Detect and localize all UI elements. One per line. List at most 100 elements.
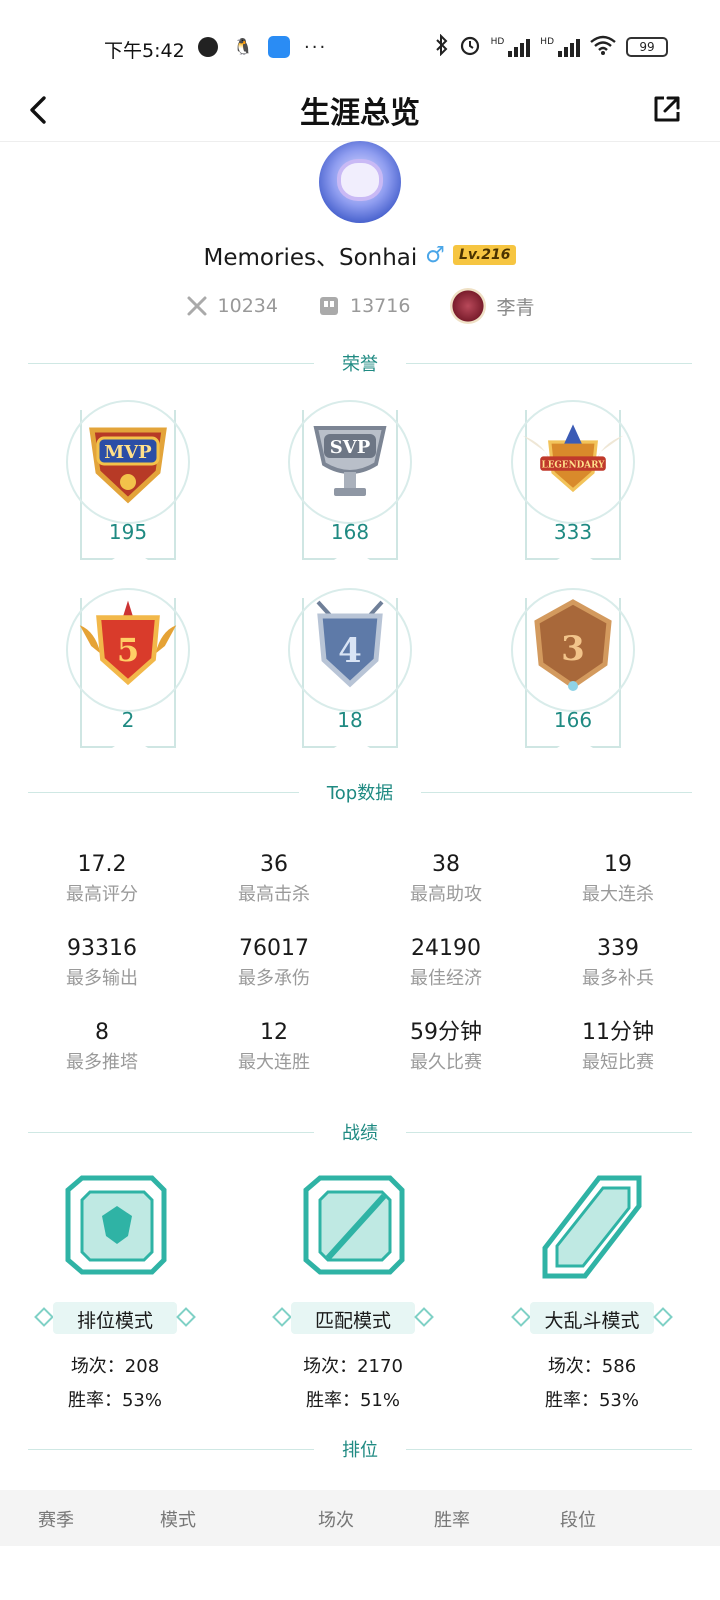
svg-text:LEGENDARY: LEGENDARY (542, 461, 606, 471)
top-stat-cell: 38 最高助攻 (360, 850, 532, 906)
legendary-badge-icon: LEGENDARY (521, 406, 625, 510)
honor-rank-3[interactable]: 3 166 (503, 588, 643, 758)
top-stat-label: 最短比赛 (582, 1052, 654, 1073)
user-avatar[interactable] (319, 141, 401, 223)
signal-icon-2: HD (540, 37, 580, 57)
top-stat-label: 最大连胜 (238, 1052, 310, 1073)
svp-badge-icon: SVP (298, 406, 402, 510)
top-stat-value: 59分钟 (410, 1020, 482, 1045)
divider-line (406, 1131, 692, 1133)
honor-mvp[interactable]: MVP 195 (58, 400, 198, 570)
section-title-records: 战绩 (342, 1123, 378, 1144)
top-stat-label: 最高评分 (66, 884, 138, 905)
four-kill-badge-icon: 4 (298, 594, 402, 698)
top-stat-value: 76017 (239, 936, 309, 961)
top-stat-label: 最久比赛 (410, 1052, 482, 1073)
status-bar: 下午5:42 🐧 ··· HD HD 99 (0, 0, 720, 80)
top-stat-label: 最多承伤 (238, 968, 310, 989)
honor-rank-5[interactable]: 5 2 (58, 588, 198, 758)
mode-label: 排位模式 (76, 1310, 153, 1332)
male-gender-icon: ♂ (425, 242, 446, 268)
top-stat-cell: 8 最多推塔 (16, 1018, 188, 1074)
battle-count-stat: 10234 (186, 295, 278, 317)
svg-text:5: 5 (117, 631, 139, 669)
hero-name: 李青 (496, 296, 535, 319)
top-stat-value: 12 (260, 1020, 288, 1045)
favorite-hero[interactable]: 李青 (450, 288, 534, 324)
five-kill-badge-icon: 5 (76, 594, 180, 698)
battle-count-value: 10234 (217, 295, 278, 317)
mode-label: 大乱斗模式 (544, 1310, 640, 1332)
ranked-mode-icon (60, 1172, 170, 1282)
signal-icon-1: HD (491, 37, 531, 57)
honor-count: 168 (330, 520, 370, 544)
records-section-header: 战绩 (28, 1117, 692, 1147)
brawl-mode-icon (537, 1172, 647, 1282)
svg-text:MVP: MVP (104, 442, 152, 463)
honor-count: 333 (553, 520, 593, 544)
honor-count: 195 (108, 520, 148, 544)
mode-label-pill: 排位模式 (33, 1300, 197, 1336)
honors-section-header: 荣誉 (28, 348, 692, 378)
honor-rank-4[interactable]: 4 18 (280, 588, 420, 758)
column-header-season: 赛季 (38, 1510, 74, 1531)
games-count: 场次：2170 (303, 1356, 403, 1377)
divider-line (28, 362, 314, 364)
match-mode-icon (298, 1172, 408, 1282)
section-title-rank: 排位 (342, 1440, 378, 1461)
divider-line (28, 1448, 314, 1450)
hero-avatar (450, 288, 487, 324)
mode-label-pill: 大乱斗模式 (510, 1300, 674, 1336)
three-kill-badge-icon: 3 (521, 594, 625, 698)
top-data-grid: 17.2 最高评分 36 最高击杀 38 最高助攻 19 最大连杀 93316 最多输出 … (16, 850, 704, 1074)
share-icon[interactable] (650, 92, 684, 126)
honor-count: 18 (337, 708, 363, 732)
nav-header: 生涯总览 (0, 80, 720, 142)
status-notification-icons: 🐧 ··· (198, 36, 327, 58)
honor-count: 2 (121, 708, 135, 732)
top-stat-label: 最佳经济 (410, 968, 482, 989)
mode-label: 匹配模式 (314, 1310, 391, 1332)
honor-legendary[interactable]: LEGENDARY 333 (503, 400, 643, 570)
top-stat-label: 最多输出 (66, 968, 138, 989)
app-notification-icon (268, 36, 290, 58)
top-stat-cell: 17.2 最高评分 (16, 850, 188, 906)
status-time: 下午5:42 (104, 40, 185, 62)
clock-app-icon (198, 37, 218, 57)
record-match-mode[interactable]: 匹配模式 场次：2170 胜率：51% (253, 1172, 453, 1412)
rank-section-header: 排位 (28, 1434, 692, 1464)
divider-line (406, 362, 692, 364)
status-system-icons: HD HD 99 (435, 33, 668, 60)
column-header-mode: 模式 (160, 1510, 196, 1531)
section-title-honors: 荣誉 (342, 354, 378, 375)
divider-line (28, 1131, 314, 1133)
mvp-badge-icon: MVP (76, 406, 180, 510)
top-stat-value: 17.2 (77, 852, 127, 877)
top-stat-cell: 59分钟最久比赛 (360, 1018, 532, 1074)
alarm-icon (459, 34, 481, 60)
crossed-swords-icon (187, 296, 207, 316)
top-stat-cell: 36 最高击杀 (188, 850, 360, 906)
honor-svp[interactable]: SVP 168 (280, 400, 420, 570)
column-header-tier: 段位 (560, 1510, 596, 1531)
top-stat-label: 最高助攻 (410, 884, 482, 905)
record-ranked-mode[interactable]: 排位模式 场次：208 胜率：53% (15, 1172, 215, 1412)
top-stat-value: 36 (260, 852, 288, 877)
top-stat-label: 最多推塔 (66, 1052, 138, 1073)
rank-table-header: 赛季 模式 场次 胜率 段位 (0, 1490, 720, 1546)
top-stat-value: 8 (95, 1020, 109, 1045)
win-rate: 胜率：51% (305, 1390, 400, 1411)
record-brawl-mode[interactable]: 大乱斗模式 场次：586 胜率：53% (492, 1172, 692, 1412)
column-header-winrate: 胜率 (434, 1510, 470, 1531)
divider-line (421, 791, 692, 793)
top-stat-cell: 24190 最佳经济 (360, 934, 532, 990)
top-stat-value: 38 (432, 852, 460, 877)
mode-label-pill: 匹配模式 (271, 1300, 435, 1336)
page-title: 生涯总览 (300, 96, 420, 131)
top-stat-value: 11分钟 (582, 1020, 654, 1045)
divider-line (406, 1448, 692, 1450)
more-notifications-icon: ··· (304, 36, 328, 58)
svg-text:SVP: SVP (330, 437, 371, 458)
bluetooth-icon (435, 33, 449, 60)
qq-icon: 🐧 (233, 37, 253, 56)
